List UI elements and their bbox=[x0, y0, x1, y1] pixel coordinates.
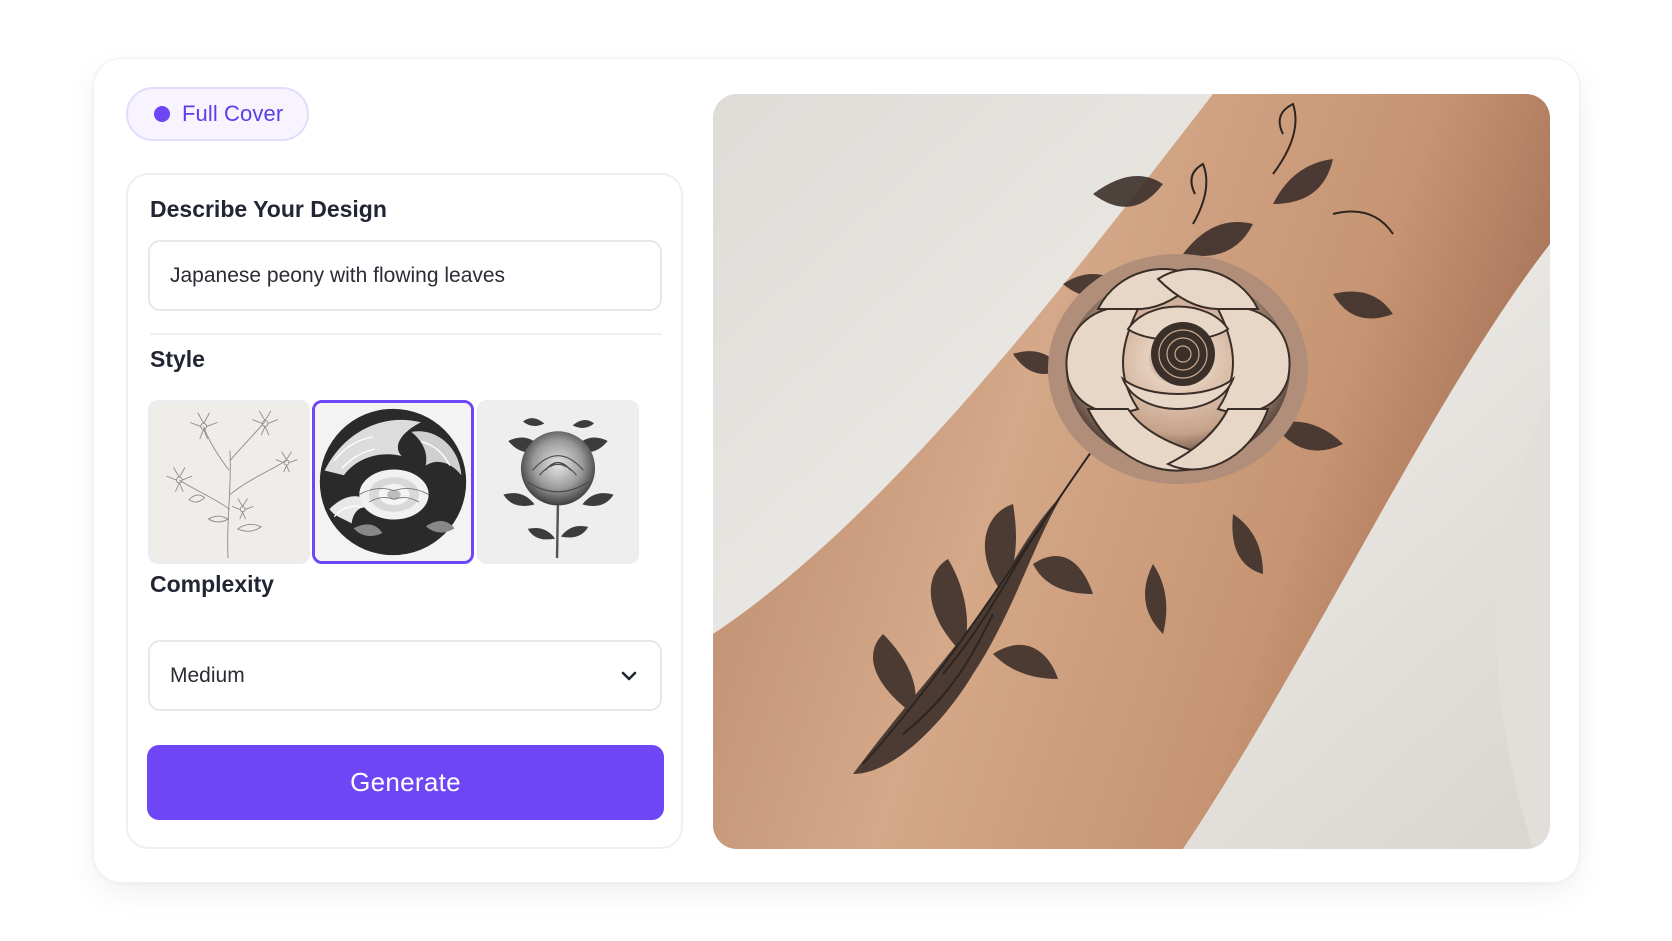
tattoo-generator-card: Full Cover Describe Your Design Style bbox=[93, 58, 1580, 883]
tattoo-preview-image bbox=[713, 94, 1550, 849]
status-dot-icon bbox=[154, 106, 170, 122]
style-title: Style bbox=[150, 346, 205, 372]
design-description-input[interactable] bbox=[148, 240, 662, 311]
fineline-sketch-thumbnail bbox=[150, 402, 308, 562]
style-option-realistic-rose[interactable] bbox=[477, 400, 639, 564]
japanese-wave-thumbnail bbox=[315, 403, 471, 561]
style-option-japanese-wave[interactable] bbox=[312, 400, 474, 564]
section-divider bbox=[150, 333, 662, 335]
chip-label: Full Cover bbox=[182, 101, 284, 126]
full-cover-chip[interactable]: Full Cover bbox=[126, 87, 309, 141]
realistic-rose-thumbnail bbox=[479, 402, 637, 562]
design-controls-panel: Describe Your Design Style bbox=[126, 173, 683, 849]
describe-design-title: Describe Your Design bbox=[150, 196, 387, 222]
generate-button[interactable]: Generate bbox=[147, 745, 664, 820]
chevron-down-icon bbox=[621, 671, 637, 680]
complexity-select[interactable]: Medium bbox=[148, 640, 662, 711]
complexity-selected-value: Medium bbox=[170, 663, 245, 687]
complexity-title: Complexity bbox=[150, 571, 274, 597]
style-option-fineline[interactable] bbox=[148, 400, 310, 564]
